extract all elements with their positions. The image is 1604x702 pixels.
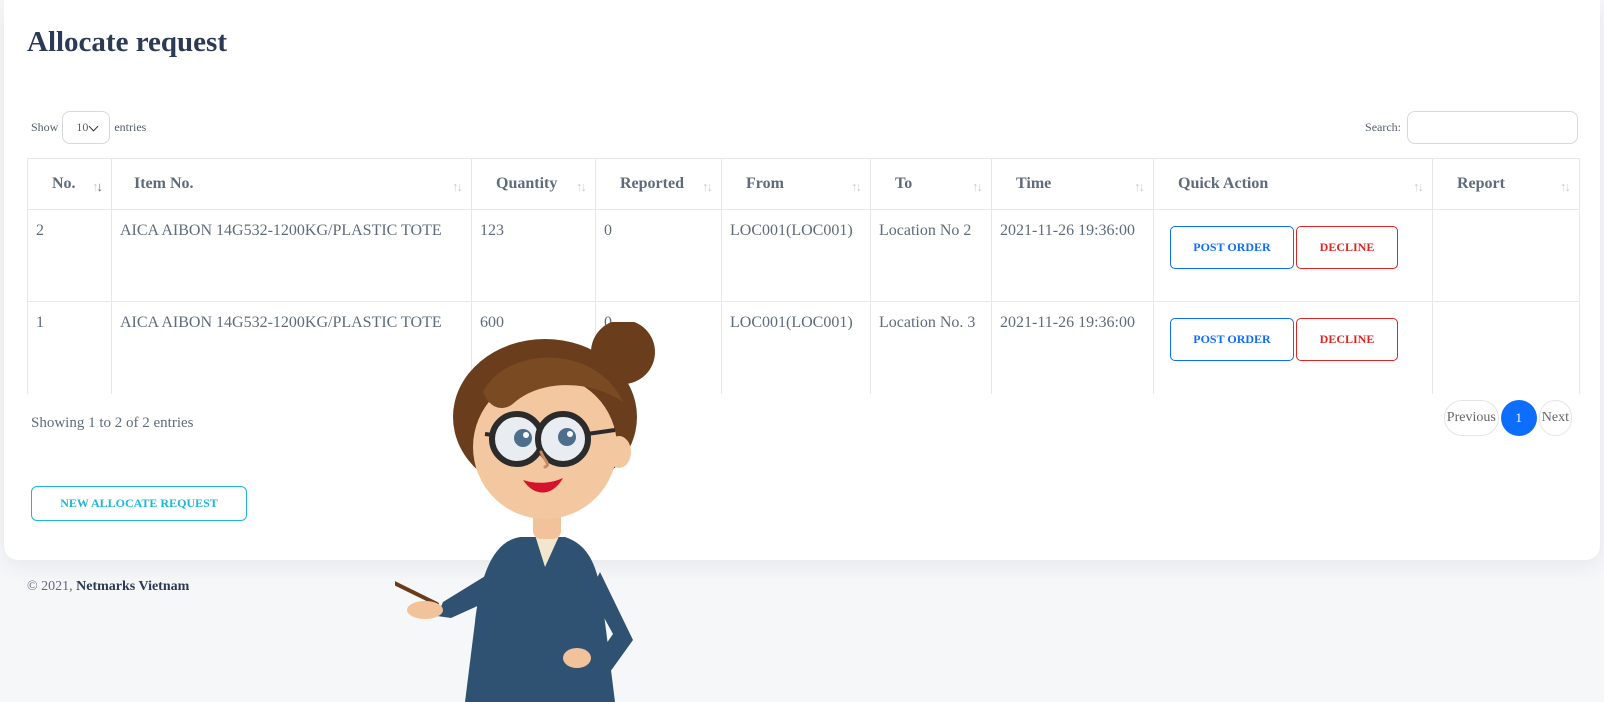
entries-length-control: Show 10 entries — [31, 110, 146, 144]
col-header-time[interactable]: Time ↑↓ — [991, 158, 1154, 210]
main-card: Allocate request Show 10 entries Search:… — [4, 0, 1600, 560]
table-header-row: No. ↑↓ Item No. ↑↓ Quantity ↑↓ Reported ↑↓ F… — [27, 158, 1580, 210]
cell-report — [1432, 301, 1580, 394]
entries-select[interactable]: 10 — [62, 110, 111, 144]
footer-company-link[interactable]: Netmarks Vietnam — [76, 579, 189, 594]
sort-arrows-icon: ↑↓ — [92, 179, 103, 194]
col-header-to[interactable]: To ↑↓ — [870, 158, 992, 210]
post-order-button[interactable]: POST ORDER — [1170, 318, 1294, 361]
entries-select-value: 10 — [76, 119, 89, 134]
search-input[interactable] — [1407, 110, 1578, 144]
post-order-button[interactable]: POST ORDER — [1170, 226, 1294, 269]
decline-button[interactable]: DECLINE — [1296, 318, 1398, 361]
footer-copyright: © 2021, — [27, 579, 73, 594]
sort-arrows-icon: ↑↓ — [702, 179, 713, 194]
sort-arrows-icon: ↑↓ — [452, 179, 463, 194]
table-row: 2 AICA AIBON 14G532-1200KG/PLASTIC TOTE … — [27, 209, 1580, 302]
entries-label: entries — [114, 119, 147, 134]
teacher-mascot-illustration — [395, 322, 655, 702]
new-allocate-request-button[interactable]: NEW ALLOCATE REQUEST — [31, 486, 247, 521]
col-header-quantity[interactable]: Quantity ↑↓ — [471, 158, 596, 210]
pagination: Previous 1 Next — [1443, 400, 1572, 436]
pagination-previous[interactable]: Previous — [1443, 400, 1499, 436]
pagination-page-1[interactable]: 1 — [1500, 400, 1537, 436]
col-header-from[interactable]: From ↑↓ — [721, 158, 871, 210]
sort-arrows-icon: ↑↓ — [576, 179, 587, 194]
cell-no: 1 — [27, 301, 112, 394]
cell-quick-action: POST ORDER DECLINE — [1153, 301, 1433, 394]
cell-from: LOC001(LOC001) — [721, 209, 871, 302]
search-control: Search: — [1365, 110, 1578, 144]
sort-arrows-icon: ↑↓ — [851, 179, 862, 194]
cell-time: 2021-11-26 19:36:00 — [991, 209, 1154, 302]
cell-report — [1432, 209, 1580, 302]
sort-arrows-icon: ↑↓ — [1560, 179, 1571, 194]
allocate-table: No. ↑↓ Item No. ↑↓ Quantity ↑↓ Reported ↑↓ F… — [27, 158, 1580, 394]
col-header-report[interactable]: Report ↑↓ — [1432, 158, 1580, 210]
cell-to: Location No 2 — [870, 209, 992, 302]
chevron-down-icon — [88, 121, 99, 131]
cell-from: LOC001(LOC001) — [721, 301, 871, 394]
footer: © 2021, Netmarks Vietnam — [27, 579, 189, 595]
col-header-no[interactable]: No. ↑↓ — [27, 158, 112, 210]
sort-arrows-icon: ↑↓ — [972, 179, 983, 194]
show-label: Show — [31, 119, 59, 134]
decline-button[interactable]: DECLINE — [1296, 226, 1398, 269]
col-header-reported[interactable]: Reported ↑↓ — [595, 158, 722, 210]
cell-quick-action: POST ORDER DECLINE — [1153, 209, 1433, 302]
sort-arrows-icon: ↑↓ — [1413, 179, 1424, 194]
cell-to: Location No. 3 — [870, 301, 992, 394]
sort-arrows-icon: ↑↓ — [1134, 179, 1145, 194]
cell-item-no: AICA AIBON 14G532-1200KG/PLASTIC TOTE — [111, 209, 472, 302]
table-info: Showing 1 to 2 of 2 entries — [31, 415, 194, 431]
pagination-next[interactable]: Next — [1538, 400, 1572, 436]
col-header-item-no[interactable]: Item No. ↑↓ — [111, 158, 472, 210]
cell-time: 2021-11-26 19:36:00 — [991, 301, 1154, 394]
page-title: Allocate request — [27, 26, 227, 58]
cell-no: 2 — [27, 209, 112, 302]
cell-reported: 0 — [595, 209, 722, 302]
col-header-quick-action[interactable]: Quick Action ↑↓ — [1153, 158, 1433, 210]
cell-quantity: 123 — [471, 209, 596, 302]
table-row: 1 AICA AIBON 14G532-1200KG/PLASTIC TOTE … — [27, 301, 1580, 394]
search-label: Search: — [1365, 119, 1401, 134]
